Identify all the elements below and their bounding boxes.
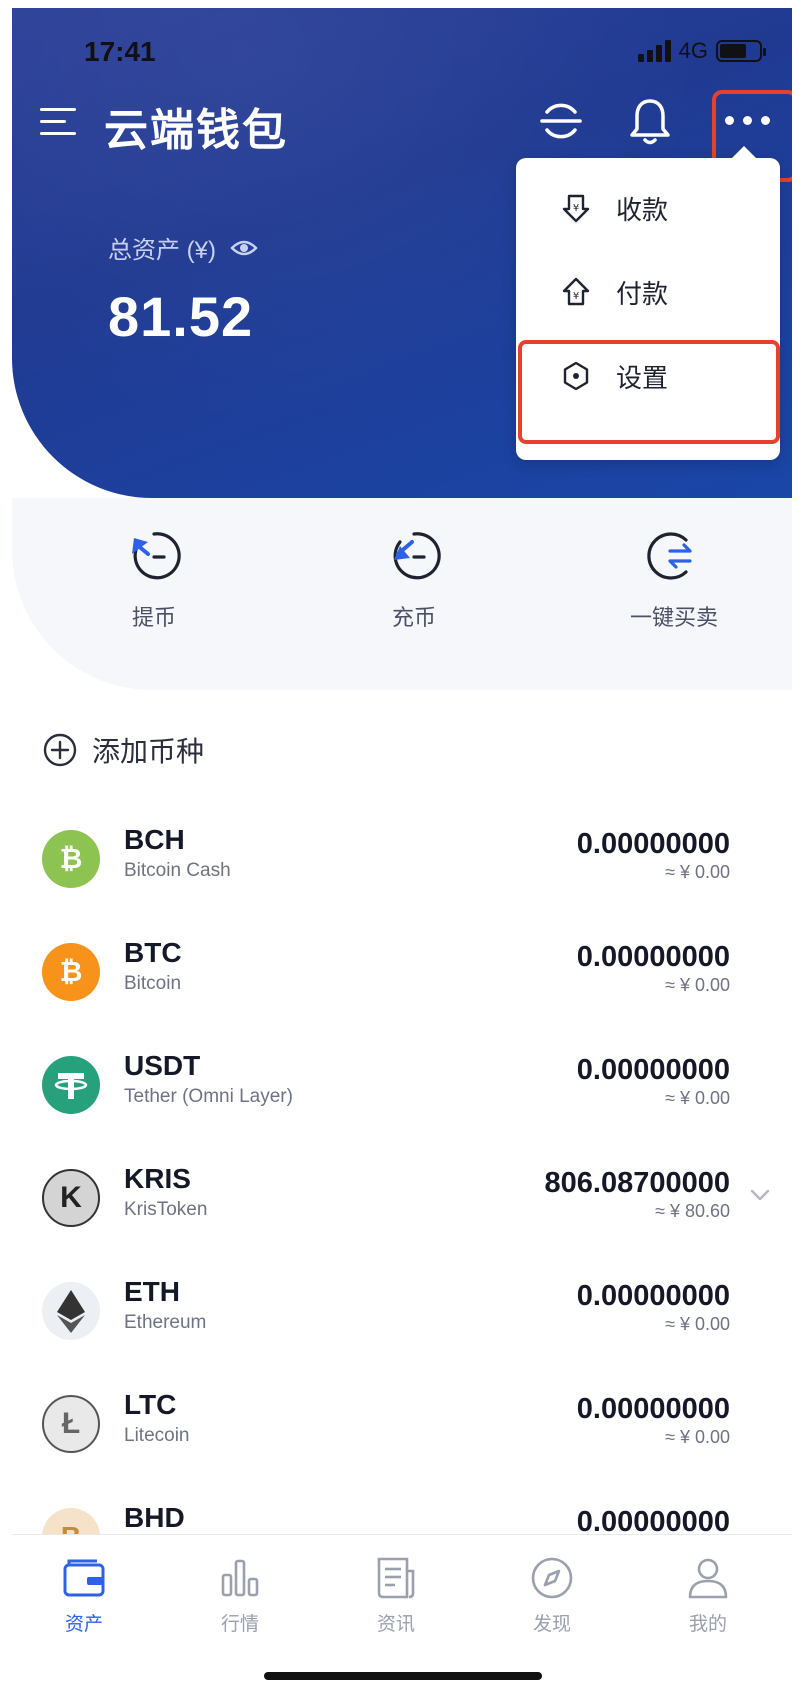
bell-icon[interactable] xyxy=(628,96,672,146)
btc-logo-icon: ₿ xyxy=(42,943,100,1001)
bch-logo-icon: ₿ xyxy=(42,830,100,888)
eye-icon[interactable] xyxy=(230,238,258,258)
kris-logo-icon: K xyxy=(42,1169,100,1227)
coin-row-ltc[interactable]: Ł LTC Litecoin 0.00000000 ≈ ¥ 0.00 xyxy=(12,1389,792,1507)
hamburger-menu-icon[interactable] xyxy=(40,108,76,136)
status-time: 17:41 xyxy=(84,36,156,67)
usdt-logo-icon xyxy=(42,1056,100,1114)
signal-icon xyxy=(637,40,671,62)
pay-icon: ¥ xyxy=(562,277,590,306)
news-icon xyxy=(377,1557,415,1599)
tab-profile[interactable]: 我的 xyxy=(648,1555,768,1636)
withdraw-icon xyxy=(132,532,181,580)
tab-news[interactable]: 资讯 xyxy=(336,1555,456,1636)
home-indicator xyxy=(264,1672,542,1680)
chart-bars-icon xyxy=(221,1559,259,1597)
action-withdraw[interactable]: 提币 xyxy=(74,528,234,632)
tab-market[interactable]: 行情 xyxy=(180,1555,300,1636)
user-icon xyxy=(688,1558,728,1599)
menu-item-pay[interactable]: ¥ 付款 xyxy=(516,250,780,334)
wallet-icon xyxy=(63,1559,105,1597)
receive-icon: ¥ xyxy=(562,194,590,223)
deposit-icon xyxy=(393,532,441,580)
add-coin-button[interactable]: 添加币种 xyxy=(42,730,204,770)
coin-row-bch[interactable]: ₿ BCH Bitcoin Cash 0.00000000 ≈ ¥ 0.00 xyxy=(12,824,792,942)
action-deposit[interactable]: 充币 xyxy=(334,528,494,632)
coin-row-usdt[interactable]: USDT Tether (Omni Layer) 0.00000000 ≈ ¥ … xyxy=(12,1050,792,1168)
tab-assets[interactable]: 资产 xyxy=(24,1555,144,1636)
ltc-logo-icon: Ł xyxy=(42,1395,100,1453)
app-title: 云端钱包 xyxy=(104,106,288,155)
scan-icon[interactable] xyxy=(538,98,584,144)
total-assets-label: 总资产 (¥) xyxy=(108,230,258,265)
more-dots-icon[interactable] xyxy=(725,116,770,125)
coin-row-kris[interactable]: K KRIS KrisToken 806.08700000 ≈ ¥ 80.60 xyxy=(12,1163,792,1281)
network-label: 4G xyxy=(678,38,708,63)
status-indicators: 4G xyxy=(637,38,766,64)
trade-icon xyxy=(647,532,692,580)
chevron-down-icon[interactable] xyxy=(750,1189,770,1201)
eth-logo-icon xyxy=(42,1282,100,1340)
menu-item-receive[interactable]: ¥ 收款 xyxy=(516,166,780,250)
quick-actions: 提币 充币 一键买卖 xyxy=(12,528,792,648)
plus-circle-icon xyxy=(43,733,77,767)
coin-row-eth[interactable]: ETH Ethereum 0.00000000 ≈ ¥ 0.00 xyxy=(12,1276,792,1394)
bottom-tab-bar: 资产 行情 资讯 发现 我的 xyxy=(12,1534,792,1692)
svg-text:¥: ¥ xyxy=(573,203,579,214)
total-assets-value: 81.52 xyxy=(108,285,254,348)
compass-icon xyxy=(531,1557,573,1599)
svg-text:¥: ¥ xyxy=(573,291,579,302)
action-quick-trade[interactable]: 一键买卖 xyxy=(594,528,754,632)
coin-row-btc[interactable]: ₿ BTC Bitcoin 0.00000000 ≈ ¥ 0.00 xyxy=(12,937,792,1055)
battery-icon xyxy=(716,40,766,62)
app-screen: 17:41 4G 云端钱包 总资产 (¥) 81.52 ¥ 收款 ¥ 付款 设置… xyxy=(12,8,792,1692)
tab-discover[interactable]: 发现 xyxy=(492,1555,612,1636)
settings-highlight-box xyxy=(518,340,780,444)
